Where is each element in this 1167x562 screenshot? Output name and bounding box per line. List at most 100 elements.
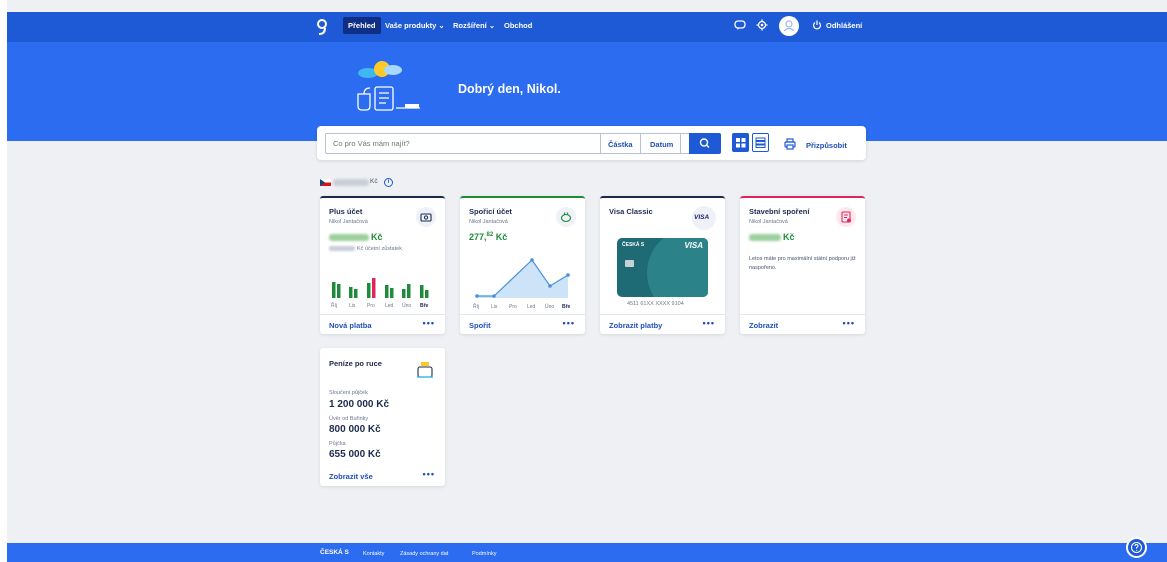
more-options-button[interactable]: ••• (423, 469, 435, 479)
power-icon[interactable] (812, 20, 822, 30)
grid-icon (736, 138, 746, 148)
loan-item-label: Půjčka (329, 441, 346, 447)
show-payments-link[interactable]: Zobrazit platby (609, 321, 662, 330)
total-balance-value (333, 179, 369, 186)
list-icon (755, 137, 766, 148)
income-expense-bar-chart: Říj Lis Pro Led Úno Bře (331, 278, 429, 309)
help-button[interactable] (1126, 537, 1147, 558)
print-icon[interactable] (784, 138, 796, 150)
card-amount: Kč (749, 232, 795, 242)
more-options-button[interactable]: ••• (563, 318, 575, 328)
logout-link[interactable]: Odhlášení (826, 21, 862, 30)
card-note: Letos máte pro maximální státní podporu … (749, 256, 856, 271)
filter-date-button[interactable]: Datum (643, 133, 682, 154)
account-card-building-savings[interactable]: Stavební spoření Nikol Jantačová Kč Leto… (740, 196, 865, 334)
month-label: Lis (349, 303, 356, 309)
customize-link[interactable]: Přizpůsobit (806, 141, 847, 150)
card-footer: Zobrazit vše ••• (320, 466, 445, 486)
card-title: Plus účet (329, 207, 363, 216)
czech-flag-icon (320, 179, 331, 186)
card-owner: Nikol Jantačová (329, 219, 368, 225)
total-balance-currency: Kč (370, 178, 378, 185)
card-title: Visa Classic (609, 207, 653, 216)
card-title: Stavební spoření (749, 207, 810, 216)
loan-item-label: Úvěr od Buřinky (329, 416, 369, 422)
month-label: Pro (509, 304, 517, 310)
payment-card-image: ČESKÁ S VISA (617, 238, 708, 297)
bar-expense (407, 284, 411, 298)
search-icon (699, 138, 710, 148)
card-title: Spořicí účet (469, 207, 512, 216)
nav-item-products[interactable]: Vaše produkty ⌄ (385, 21, 445, 30)
info-icon[interactable]: i (384, 178, 393, 187)
bar-expense (390, 288, 394, 298)
loan-item-value: 800 000 Kč (329, 424, 381, 435)
more-options-button[interactable]: ••• (423, 318, 435, 328)
bar-income (402, 289, 406, 298)
george-logo-icon[interactable] (316, 18, 328, 36)
card-number: 4511 61XX XXXX 9104 (627, 301, 684, 307)
account-card-savings[interactable]: Spořicí účet Nikol Jantačová 277,82 Kč Ř… (460, 196, 585, 334)
card-footer: Zobrazit platby ••• (600, 314, 725, 334)
more-options-button[interactable]: ••• (703, 318, 715, 328)
greeting-illustration-icon (357, 61, 420, 111)
nav-item-overview[interactable]: Přehled (343, 17, 381, 34)
month-label: Bře (420, 303, 429, 309)
show-link[interactable]: Zobrazit (749, 321, 778, 330)
loan-item-value: 1 200 000 Kč (329, 399, 390, 410)
search-button[interactable] (689, 133, 721, 154)
month-label: Úno (545, 303, 554, 310)
card-owner: Nikol Jantačová (469, 219, 508, 225)
account-card-visa[interactable]: Visa Classic VISA ČESKÁ S VISA 4511 61XX… (600, 196, 725, 334)
account-card-plus[interactable]: Plus účet Nikol Jantačová Kč Kč účetní z… (320, 196, 445, 334)
search-bar: Částka Datum Přizpůsobit (317, 126, 866, 160)
bar-income (349, 287, 353, 298)
card-footer: Nová platba ••• (320, 314, 445, 334)
loan-item-value: 655 000 Kč (329, 449, 381, 460)
chat-icon[interactable] (734, 19, 746, 31)
gear-icon[interactable] (756, 19, 768, 31)
footer-link-privacy[interactable]: Zásady ochrany dat (400, 551, 448, 557)
footer-bank-logo: ČESKÁ S (320, 549, 349, 556)
savings-line-chart: Říj Lis Pro Led Úno Bře (473, 258, 571, 310)
footer-link-contacts[interactable]: Kontakty (363, 551, 384, 557)
card-brand-label: VISA (684, 241, 703, 250)
nav-item-extensions[interactable]: Rozšíření ⌄ (453, 21, 495, 30)
month-label: Říj (473, 302, 479, 310)
month-label: Lis (491, 304, 498, 310)
bar-income (367, 283, 371, 298)
bar-expense (372, 278, 376, 298)
card-owner: Nikol Jantačová (749, 219, 788, 225)
card-title: Peníze po ruce (329, 359, 382, 368)
bank-mark: ČESKÁ S (622, 242, 645, 248)
greeting-title: Dobrý den, Nikol. (458, 82, 561, 96)
card-accounting-balance: Kč účetní zůstatek (329, 246, 402, 252)
chip-icon (625, 260, 634, 267)
new-payment-link[interactable]: Nová platba (329, 321, 372, 330)
month-label: Led (527, 304, 536, 310)
month-label: Pro (367, 303, 375, 309)
card-footer: Spořit ••• (460, 314, 585, 334)
list-view-button[interactable] (752, 133, 769, 152)
card-footer: Zobrazit ••• (740, 314, 865, 334)
save-link[interactable]: Spořit (469, 321, 491, 330)
show-all-link[interactable]: Zobrazit vše (329, 472, 373, 481)
user-avatar[interactable] (779, 16, 799, 36)
user-icon (783, 20, 795, 32)
card-amount: Kč (329, 232, 383, 242)
sofa-icon (417, 362, 433, 378)
bar-income (385, 285, 389, 298)
month-label: Bře (562, 304, 571, 310)
window-edge (0, 0, 7, 562)
filter-amount-button[interactable]: Částka (600, 133, 641, 154)
cash-icon (416, 207, 436, 227)
bar-expense (337, 284, 341, 298)
bar-income (420, 285, 424, 298)
more-options-button[interactable]: ••• (843, 318, 855, 328)
nav-item-shop[interactable]: Obchod (504, 21, 532, 30)
footer-link-terms[interactable]: Podmínky (472, 551, 496, 557)
month-label: Úno (402, 302, 411, 309)
grid-view-button[interactable] (732, 133, 749, 152)
bar-expense (425, 290, 429, 298)
offer-card-cash[interactable]: Peníze po ruce Sloučení půjček 1 200 000… (320, 348, 445, 486)
